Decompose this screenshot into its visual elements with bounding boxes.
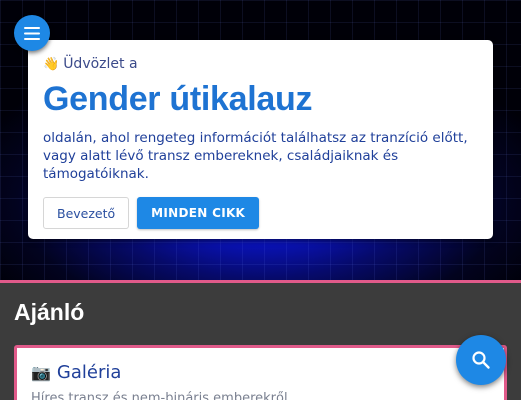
gallery-card-title: 📷 Galéria xyxy=(31,362,490,383)
site-description: oldalán, ahol rengeteg információt talál… xyxy=(43,130,468,182)
all-articles-button[interactable]: MINDEN CIKK xyxy=(137,197,260,229)
featured-section: Ajánló 📷 Galéria Híres transz és nem-bin… xyxy=(0,280,521,400)
waving-hand-icon: 👋 xyxy=(43,56,60,72)
intro-button[interactable]: Bevezető xyxy=(43,197,130,229)
hamburger-menu-icon xyxy=(24,26,40,40)
welcome-card: 👋 Üdvözlet a Gender útikalauz oldalán, a… xyxy=(28,40,493,239)
featured-title: Ajánló xyxy=(14,299,85,325)
greeting: 👋 Üdvözlet a xyxy=(43,54,478,74)
camera-icon: 📷 xyxy=(31,363,51,382)
greeting-text: Üdvözlet a xyxy=(63,56,138,72)
search-button[interactable] xyxy=(456,335,506,385)
gallery-card[interactable]: 📷 Galéria Híres transz és nem-bináris em… xyxy=(14,345,507,400)
menu-button[interactable] xyxy=(14,15,50,51)
hero-section: 👋 Üdvözlet a Gender útikalauz oldalán, a… xyxy=(0,0,521,280)
gallery-card-label: Galéria xyxy=(56,362,122,383)
hero-buttons: Bevezető MINDEN CIKK xyxy=(43,197,478,229)
gallery-card-subtitle: Híres transz és nem-bináris emberekről xyxy=(31,391,288,400)
page-title: Gender útikalauz xyxy=(43,80,313,118)
search-icon xyxy=(472,351,490,369)
